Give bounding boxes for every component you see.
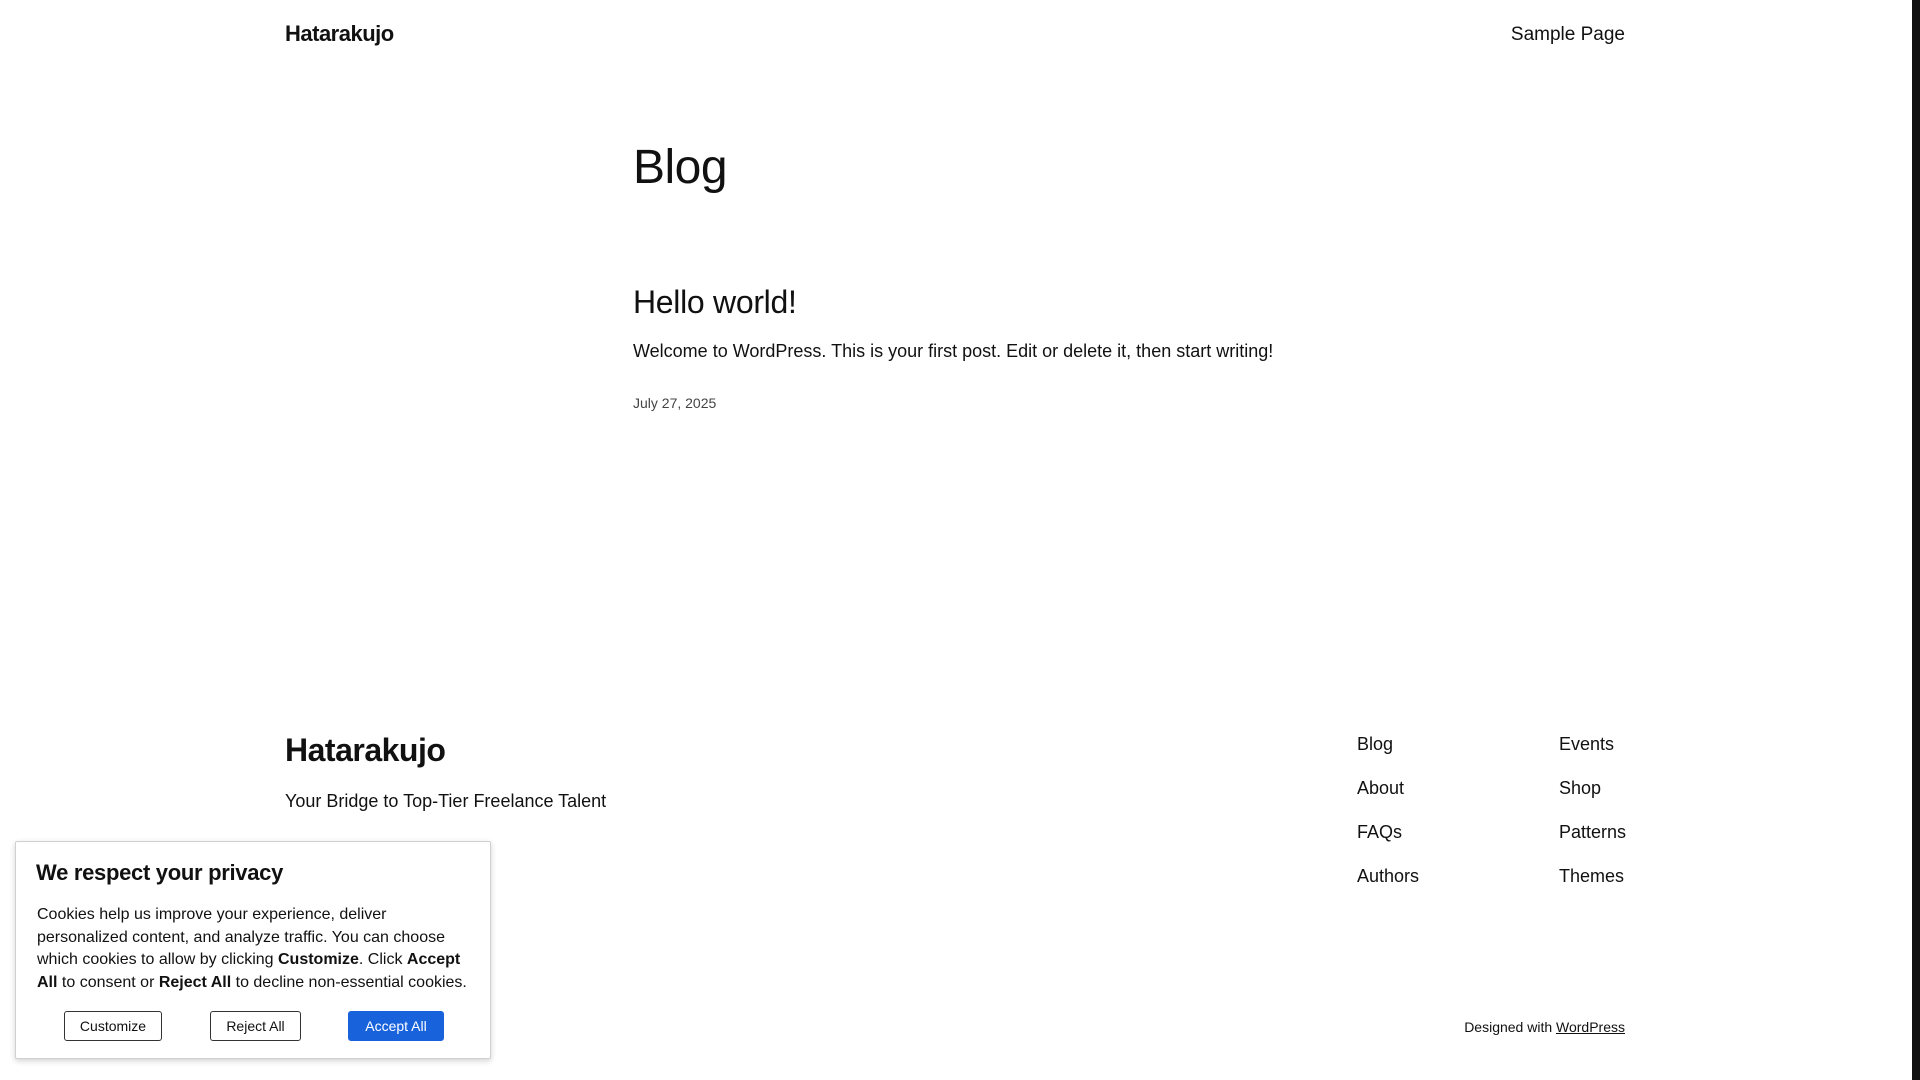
page-title: Blog: [633, 141, 728, 194]
credit-prefix: Designed with: [1464, 1019, 1553, 1035]
nav-link-sample-page[interactable]: Sample Page: [1400, 24, 1625, 46]
footer-nav-column-2: Events Shop Patterns Themes: [1559, 732, 1626, 908]
reject-all-button[interactable]: Reject All: [210, 1011, 301, 1041]
cookie-text-part: . Click: [358, 951, 407, 968]
footer-link-themes[interactable]: Themes: [1559, 866, 1624, 886]
scrollbar[interactable]: [1912, 0, 1920, 1080]
cookie-text-part: to decline non-essential cookies.: [231, 973, 467, 991]
footer-site-title-link[interactable]: Hatarakujo: [285, 730, 446, 770]
footer-link-patterns[interactable]: Patterns: [1559, 822, 1626, 842]
footer-credit: Designed with WordPress: [1464, 1019, 1625, 1035]
cookie-text-reject: Reject All: [158, 973, 232, 991]
footer-nav-column-1: Blog About FAQs Authors: [1357, 732, 1419, 908]
cookie-banner-text: Cookies help us improve your experience,…: [37, 904, 477, 994]
cookie-banner-heading: We respect your privacy: [36, 860, 284, 885]
footer-tagline: Your Bridge to Top-Tier Freelance Talent: [285, 791, 607, 811]
post-excerpt: Welcome to WordPress. This is your first…: [633, 341, 1274, 361]
footer-link-faqs[interactable]: FAQs: [1357, 822, 1402, 842]
site-title-link[interactable]: Hatarakujo: [285, 21, 394, 47]
cookie-text-part: to consent or: [57, 973, 159, 991]
cookie-text-customize: Customize: [278, 951, 359, 968]
footer-link-shop[interactable]: Shop: [1559, 778, 1601, 798]
post-date: July 27, 2025: [633, 395, 717, 411]
wordpress-link[interactable]: WordPress: [1556, 1019, 1625, 1035]
page: Hatarakujo Sample Page Blog Hello world!…: [0, 0, 1920, 1080]
post-title-link[interactable]: Hello world!: [633, 282, 797, 322]
footer-link-authors[interactable]: Authors: [1357, 866, 1419, 886]
footer-link-events[interactable]: Events: [1559, 734, 1614, 754]
footer-link-blog[interactable]: Blog: [1357, 734, 1393, 754]
cookie-consent-banner: We respect your privacy Cookies help us …: [15, 841, 491, 1059]
customize-button[interactable]: Customize: [64, 1011, 162, 1041]
footer-link-about[interactable]: About: [1357, 778, 1404, 798]
accept-all-button[interactable]: Accept All: [348, 1011, 444, 1041]
